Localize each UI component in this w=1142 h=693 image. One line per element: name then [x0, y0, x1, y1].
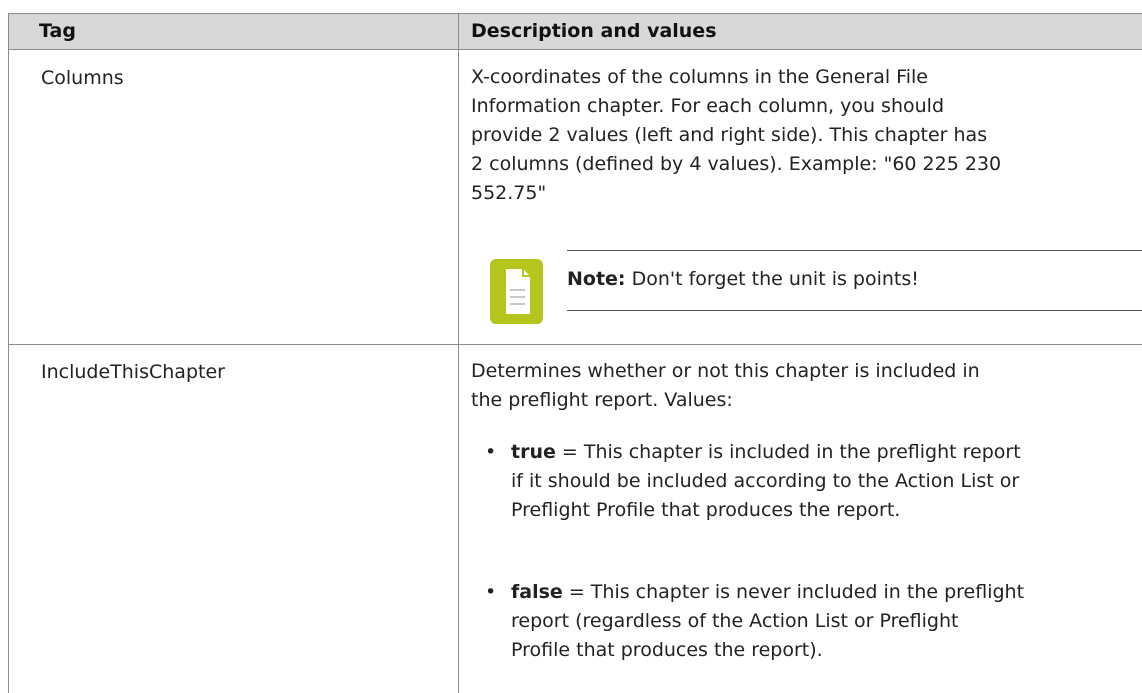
- description-line: the preflight report. Values:: [471, 389, 733, 411]
- note-bottom-rule: [567, 310, 1142, 311]
- note-text: Note: Don't forget the unit is points!: [567, 265, 919, 294]
- description-columns: X-coordinates of the columns in the Gene…: [471, 63, 1141, 208]
- value-false-line: false = This chapter is never included i…: [511, 578, 1142, 607]
- note-label: Note:: [567, 268, 626, 290]
- description-line: 2 columns (defined by 4 values). Example…: [471, 153, 1002, 175]
- column-divider: [458, 13, 459, 693]
- value-true-line: true = This chapter is included in the p…: [511, 438, 1142, 467]
- value-true-line: if it should be included according to th…: [511, 470, 1020, 492]
- header-tag: Tag: [39, 20, 76, 42]
- value-false-line: report (regardless of the Action List or…: [511, 610, 959, 632]
- value-text: = This chapter is never included in the …: [562, 581, 1025, 603]
- value-text: = This chapter is included in the prefli…: [555, 441, 1021, 463]
- description-line: 552.75": [471, 182, 547, 204]
- description-line: Determines whether or not this chapter i…: [471, 360, 980, 382]
- value-true-line: Preflight Profile that produces the repo…: [511, 499, 901, 521]
- tag-include-this-chapter: IncludeThisChapter: [41, 361, 225, 383]
- note-top-rule: [567, 250, 1142, 251]
- table-header-row: Tag Description and values: [9, 13, 1142, 50]
- value-false-line: Profile that produces the report).: [511, 639, 823, 661]
- value-true-body: true = This chapter is included in the p…: [511, 438, 1142, 525]
- value-false-body: false = This chapter is never included i…: [511, 578, 1142, 665]
- description-line: X-coordinates of the columns in the Gene…: [471, 66, 928, 88]
- description-line: provide 2 values (left and right side). …: [471, 124, 988, 146]
- row-divider: [9, 344, 1142, 345]
- tag-columns: Columns: [41, 67, 124, 89]
- value-term: false: [511, 581, 563, 603]
- note-document-icon: [490, 259, 543, 324]
- bullet-icon: •: [485, 581, 497, 603]
- header-description: Description and values: [471, 20, 717, 42]
- value-term: true: [511, 441, 556, 463]
- note-message: Don't forget the unit is points!: [631, 268, 919, 290]
- tag-description-table: Tag Description and values Columns X-coo…: [8, 13, 1142, 693]
- description-line: Information chapter. For each column, yo…: [471, 95, 945, 117]
- description-include-this-chapter: Determines whether or not this chapter i…: [471, 357, 1141, 415]
- bullet-icon: •: [485, 441, 497, 463]
- note-callout: Note: Don't forget the unit is points!: [484, 250, 1142, 324]
